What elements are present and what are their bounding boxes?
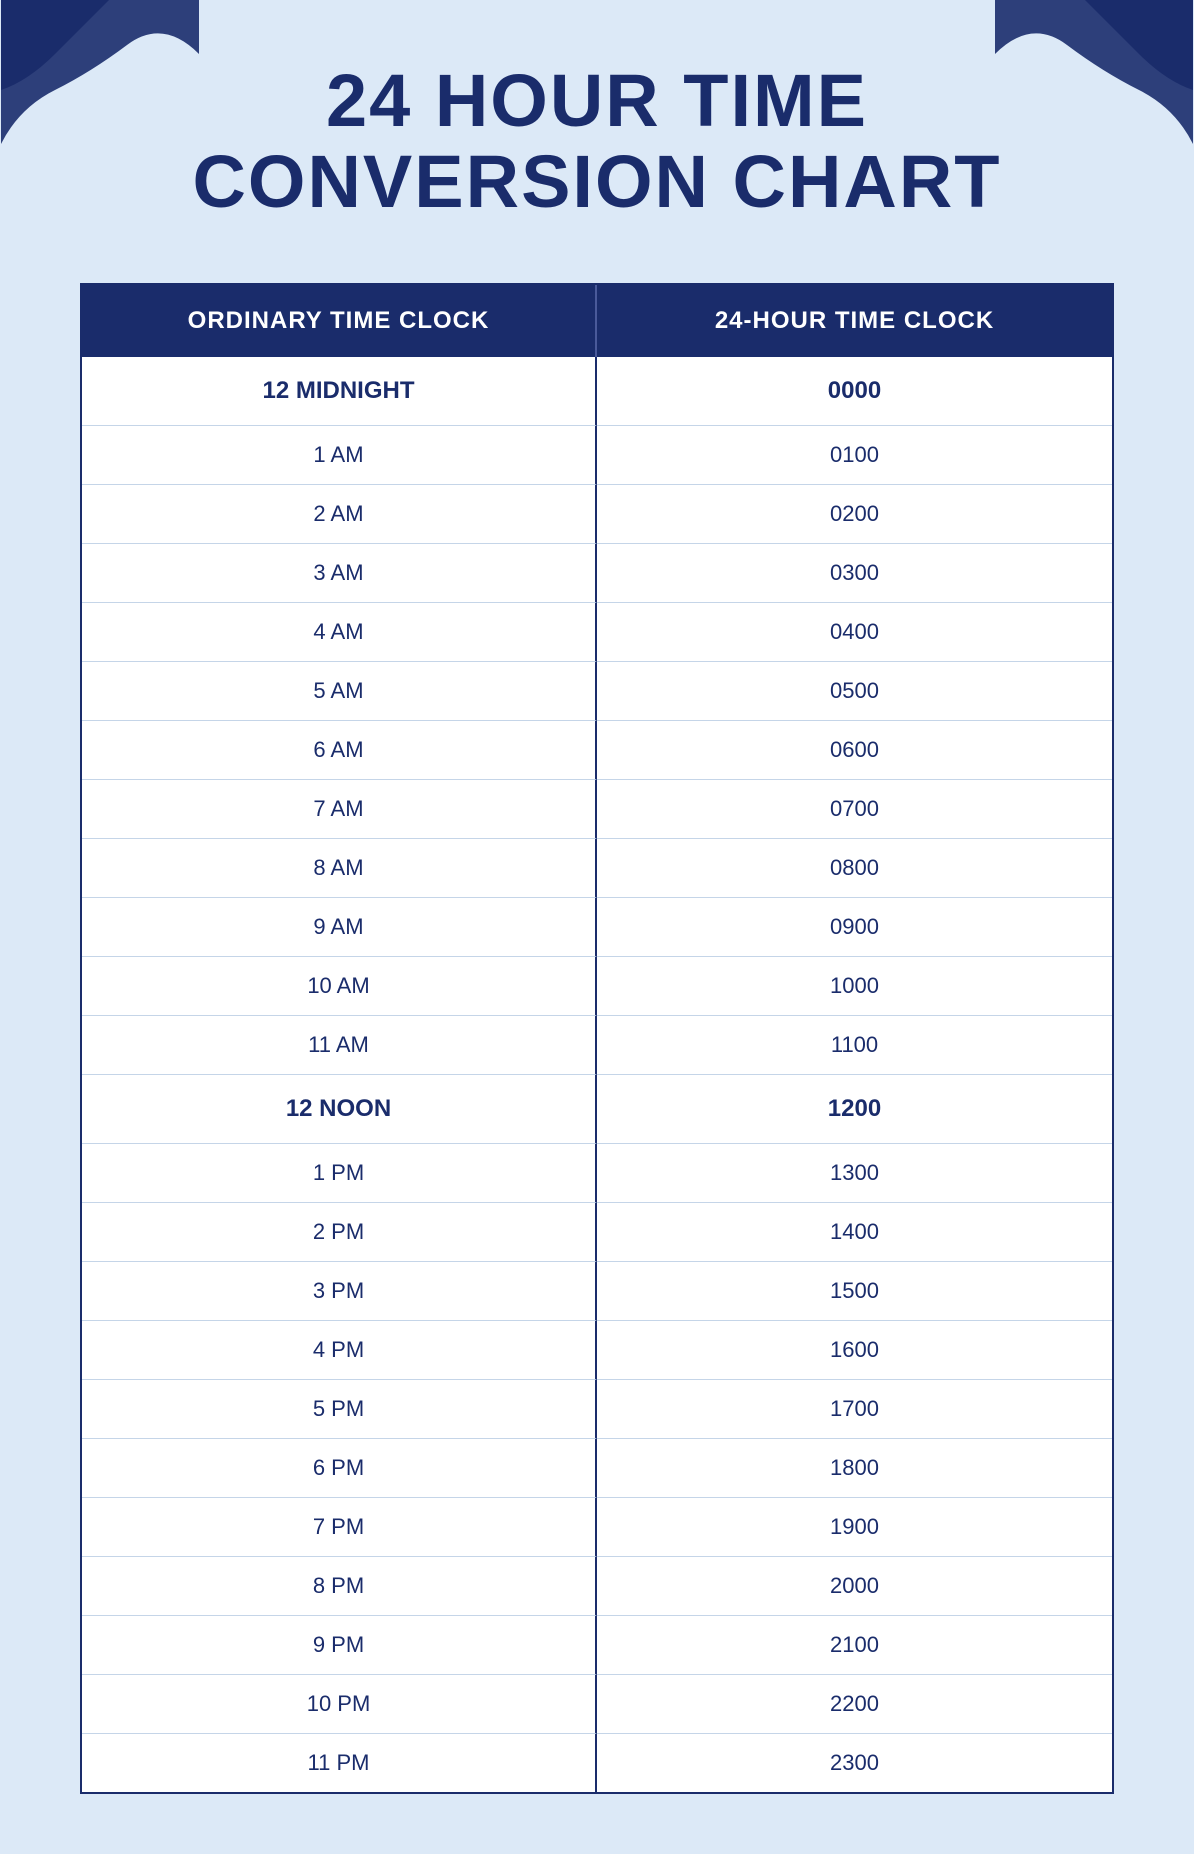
table-cell-ordinary-10: 10 AM (82, 957, 597, 1016)
table-cell-ordinary-19: 7 PM (82, 1498, 597, 1557)
table-cell-military-22: 2200 (597, 1675, 1112, 1734)
table-cell-military-5: 0500 (597, 662, 1112, 721)
table-cell-ordinary-5: 5 AM (82, 662, 597, 721)
table-header: ORDINARY TIME CLOCK 24-HOUR TIME CLOCK (82, 285, 1112, 357)
table-cell-military-8: 0800 (597, 839, 1112, 898)
table-cell-ordinary-6: 6 AM (82, 721, 597, 780)
table-cell-military-13: 1300 (597, 1144, 1112, 1203)
table-cell-ordinary-11: 11 AM (82, 1016, 597, 1075)
table-cell-military-23: 2300 (597, 1734, 1112, 1792)
table-cell-ordinary-13: 1 PM (82, 1144, 597, 1203)
table-cell-ordinary-1: 1 AM (82, 426, 597, 485)
table-cell-ordinary-16: 4 PM (82, 1321, 597, 1380)
table-cell-military-2: 0200 (597, 485, 1112, 544)
table-cell-ordinary-9: 9 AM (82, 898, 597, 957)
table-cell-ordinary-0: 12 MIDNIGHT (82, 357, 597, 426)
table-cell-ordinary-2: 2 AM (82, 485, 597, 544)
table-cell-ordinary-14: 2 PM (82, 1203, 597, 1262)
page-container: 24 HOUR TIME CONVERSION CHART ORDINARY T… (0, 0, 1194, 1794)
table-cell-military-15: 1500 (597, 1262, 1112, 1321)
conversion-table: ORDINARY TIME CLOCK 24-HOUR TIME CLOCK 1… (80, 283, 1114, 1794)
table-cell-ordinary-18: 6 PM (82, 1439, 597, 1498)
table-cell-military-16: 1600 (597, 1321, 1112, 1380)
table-cell-military-19: 1900 (597, 1498, 1112, 1557)
table-cell-military-0: 0000 (597, 357, 1112, 426)
table-cell-military-1: 0100 (597, 426, 1112, 485)
table-cell-military-17: 1700 (597, 1380, 1112, 1439)
table-cell-military-18: 1800 (597, 1439, 1112, 1498)
page-title: 24 HOUR TIME CONVERSION CHART (80, 60, 1114, 223)
table-cell-military-11: 1100 (597, 1016, 1112, 1075)
table-cell-military-6: 0600 (597, 721, 1112, 780)
table-body: 12 MIDNIGHT00001 AM01002 AM02003 AM03004… (82, 357, 1112, 1792)
table-cell-military-12: 1200 (597, 1075, 1112, 1144)
table-cell-military-7: 0700 (597, 780, 1112, 839)
table-cell-ordinary-3: 3 AM (82, 544, 597, 603)
table-cell-ordinary-12: 12 NOON (82, 1075, 597, 1144)
table-cell-ordinary-20: 8 PM (82, 1557, 597, 1616)
header-24-hour-time: 24-HOUR TIME CLOCK (597, 285, 1112, 357)
title-section: 24 HOUR TIME CONVERSION CHART (0, 0, 1194, 263)
table-cell-military-14: 1400 (597, 1203, 1112, 1262)
table-cell-ordinary-8: 8 AM (82, 839, 597, 898)
table-cell-military-9: 0900 (597, 898, 1112, 957)
table-cell-ordinary-4: 4 AM (82, 603, 597, 662)
table-cell-military-20: 2000 (597, 1557, 1112, 1616)
table-cell-military-4: 0400 (597, 603, 1112, 662)
table-cell-ordinary-22: 10 PM (82, 1675, 597, 1734)
table-cell-military-10: 1000 (597, 957, 1112, 1016)
table-cell-military-21: 2100 (597, 1616, 1112, 1675)
table-cell-ordinary-15: 3 PM (82, 1262, 597, 1321)
table-cell-ordinary-23: 11 PM (82, 1734, 597, 1792)
table-cell-ordinary-7: 7 AM (82, 780, 597, 839)
table-cell-military-3: 0300 (597, 544, 1112, 603)
table-cell-ordinary-21: 9 PM (82, 1616, 597, 1675)
header-ordinary-time: ORDINARY TIME CLOCK (82, 285, 597, 357)
table-cell-ordinary-17: 5 PM (82, 1380, 597, 1439)
